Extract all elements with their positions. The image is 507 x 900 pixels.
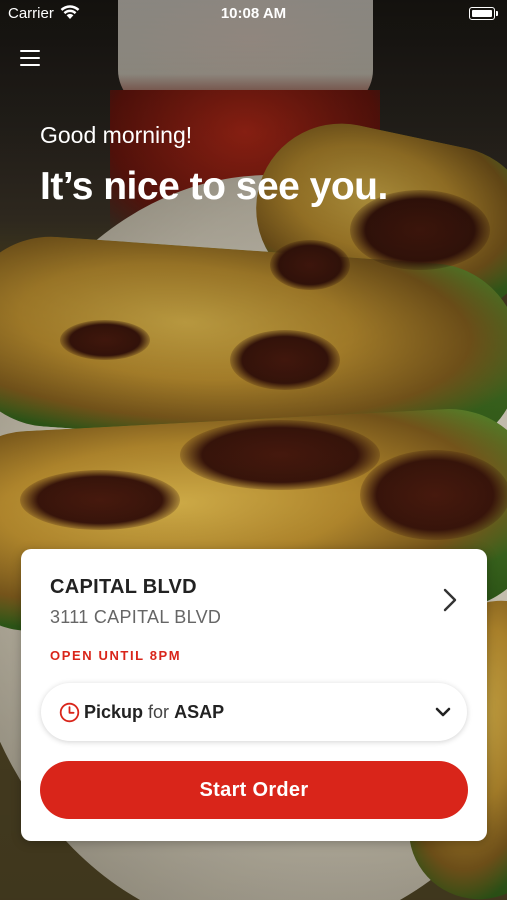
status-bar: Carrier 10:08 AM <box>0 0 507 28</box>
order-mode-type: Pickup <box>84 702 144 722</box>
clock-time: 10:08 AM <box>220 5 287 22</box>
store-card: CAPITAL BLVD 3111 CAPITAL BLVD OPEN UNTI… <box>21 549 487 841</box>
battery-icon <box>469 7 498 20</box>
clock-icon <box>59 702 80 723</box>
headline-text: It’s nice to see you. <box>40 165 388 208</box>
store-address: 3111 CAPITAL BLVD <box>50 607 222 627</box>
chevron-right-icon <box>443 588 457 612</box>
chevron-down-icon <box>435 707 451 717</box>
store-selector[interactable]: CAPITAL BLVD 3111 CAPITAL BLVD <box>21 549 487 629</box>
hamburger-menu-icon[interactable] <box>20 48 42 68</box>
open-status-label: OPEN UNTIL 8PM <box>50 648 182 663</box>
greeting-text: Good morning! <box>40 122 193 148</box>
order-mode-time: ASAP <box>174 702 225 722</box>
order-mode-text: Pickup for ASAP <box>84 702 224 723</box>
order-mode-conjunction: for <box>148 702 170 722</box>
store-name: CAPITAL BLVD <box>50 576 197 598</box>
start-order-button[interactable]: Start Order <box>40 761 468 819</box>
order-mode-selector[interactable]: Pickup for ASAP <box>41 683 467 741</box>
